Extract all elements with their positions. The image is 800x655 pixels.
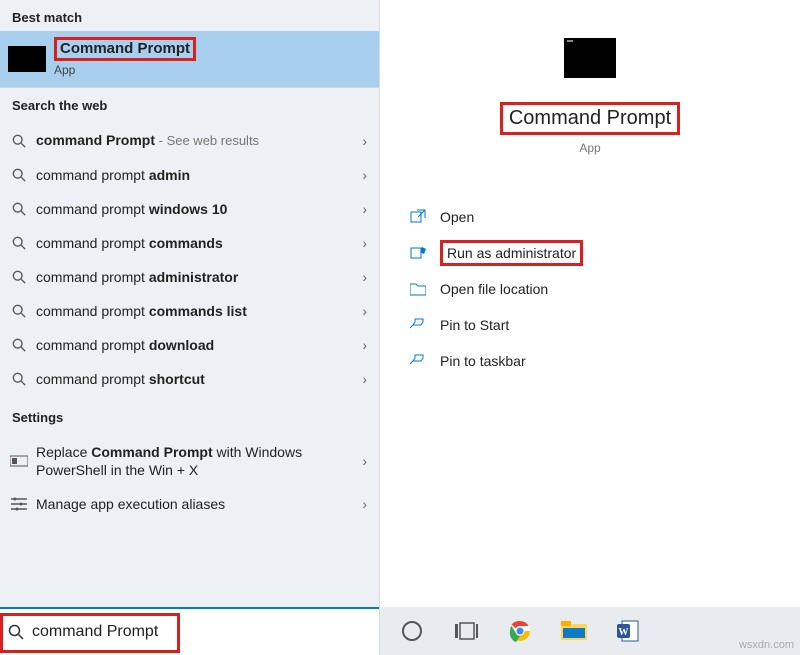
settings-list: Replace Command Prompt with Windows Powe… [0,431,379,525]
app-detail-panel: Command Prompt App Open Run as administra… [380,0,800,655]
chevron-right-icon: › [362,269,367,285]
action-open-file-location[interactable]: Open file location [406,271,800,307]
search-results-panel: Best match Command Prompt App Search the… [0,0,380,655]
chevron-right-icon: › [362,201,367,217]
search-icon [10,302,28,320]
folder-icon [406,282,430,296]
settings-item-label: Replace Command Prompt with Windows Powe… [36,443,356,479]
web-result-label: command prompt download [36,336,356,354]
app-title: Command Prompt [500,102,680,135]
web-result-item[interactable]: command prompt commands list › [0,294,379,328]
open-icon [406,209,430,225]
best-match-title: Command Prompt [54,37,196,61]
web-result-item[interactable]: command prompt admin › [0,158,379,192]
svg-text:W: W [619,627,629,638]
action-pin-to-start[interactable]: Pin to Start [406,307,800,343]
web-result-item[interactable]: command prompt windows 10 › [0,192,379,226]
search-icon [10,370,28,388]
web-result-label: command Prompt - See web results [36,131,356,150]
taskbar: W [380,607,800,655]
action-list: Open Run as administrator Open file locati… [380,199,800,379]
web-result-label: command prompt administrator [36,268,356,286]
search-input[interactable] [32,623,373,641]
pin-icon [406,317,430,333]
chevron-right-icon: › [362,496,367,512]
admin-icon [406,245,430,261]
chevron-right-icon: › [362,371,367,387]
cortana-icon[interactable] [398,617,426,645]
chevron-right-icon: › [362,235,367,251]
search-icon [10,234,28,252]
action-label: Open file location [440,281,548,297]
search-icon [10,200,28,218]
file-explorer-icon[interactable] [560,617,588,645]
settings-item[interactable]: Manage app execution aliases › [0,487,379,521]
action-pin-to-taskbar[interactable]: Pin to taskbar [406,343,800,379]
action-label: Run as administrator [440,240,583,266]
action-label: Open [440,209,474,225]
settings-item-icon [10,452,28,470]
action-label: Pin to Start [440,317,509,333]
pin-icon [406,353,430,369]
search-web-header: Search the web [0,88,379,119]
web-result-item[interactable]: command Prompt - See web results › [0,123,379,158]
app-large-icon [564,38,616,78]
chevron-right-icon: › [362,303,367,319]
web-result-label: command prompt admin [36,166,356,184]
web-result-item[interactable]: command prompt administrator › [0,260,379,294]
settings-item-label: Manage app execution aliases [36,495,356,513]
settings-item-icon [10,495,28,513]
best-match-result[interactable]: Command Prompt App [0,31,379,88]
web-result-item[interactable]: command prompt shortcut › [0,362,379,396]
web-result-label: command prompt commands [36,234,356,252]
search-icon [10,268,28,286]
settings-header: Settings [0,400,379,431]
watermark: wsxdn.com [739,639,794,651]
search-icon [10,336,28,354]
chrome-icon[interactable] [506,617,534,645]
settings-item[interactable]: Replace Command Prompt with Windows Powe… [0,435,379,487]
chevron-right-icon: › [362,453,367,469]
web-result-label: command prompt shortcut [36,370,356,388]
task-view-icon[interactable] [452,617,480,645]
search-icon [6,624,26,640]
web-result-item[interactable]: command prompt download › [0,328,379,362]
app-subtitle: App [579,141,600,155]
chevron-right-icon: › [362,337,367,353]
web-result-item[interactable]: command prompt commands › [0,226,379,260]
chevron-right-icon: › [362,133,367,149]
action-label: Pin to taskbar [440,353,526,369]
search-bar[interactable] [0,607,379,655]
chevron-right-icon: › [362,167,367,183]
word-icon[interactable]: W [614,617,642,645]
command-prompt-icon [8,46,46,72]
action-run-as-administrator[interactable]: Run as administrator [406,235,800,271]
action-open[interactable]: Open [406,199,800,235]
web-results-list: command Prompt - See web results›command… [0,119,379,400]
web-result-label: command prompt windows 10 [36,200,356,218]
best-match-subtitle: App [54,63,196,77]
search-icon [10,132,28,150]
search-icon [10,166,28,184]
best-match-header: Best match [0,0,379,31]
web-result-label: command prompt commands list [36,302,356,320]
